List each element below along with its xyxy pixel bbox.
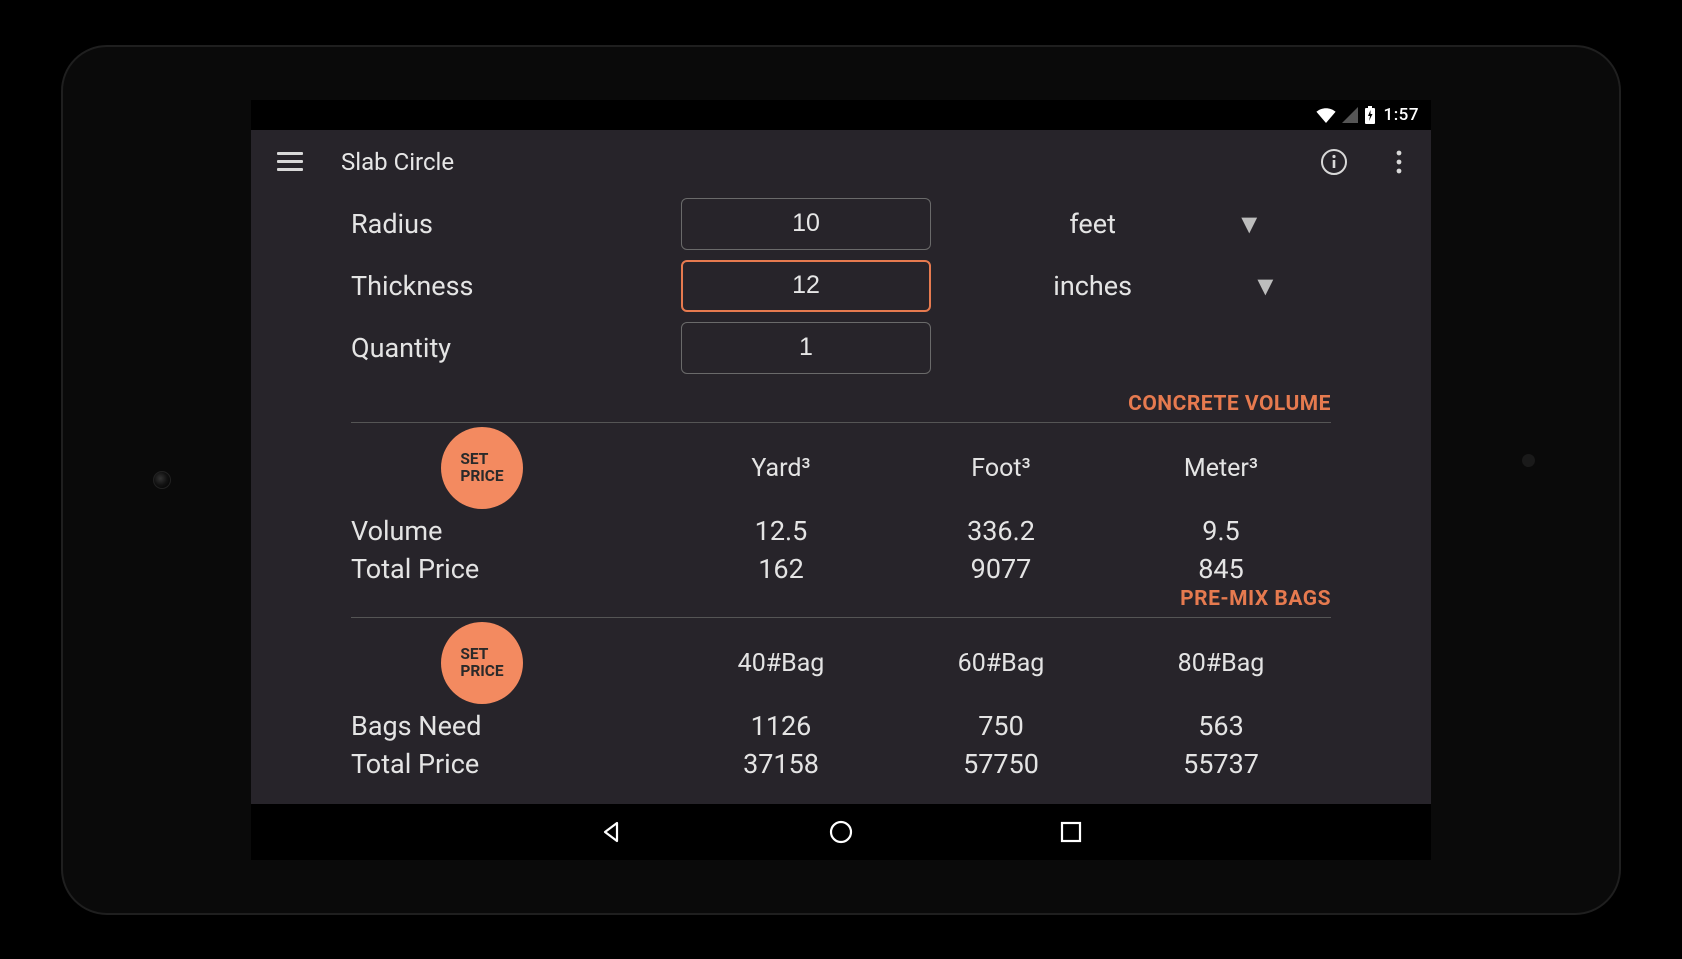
hamburger-menu-icon[interactable] [269,141,311,183]
volume-total-meter: 845 [1111,553,1331,585]
volume-total-yard: 162 [671,553,891,585]
bags-grid: SET PRICE 40#Bag 60#Bag 80#Bag Bags Need… [351,624,1331,780]
info-icon[interactable] [1313,141,1355,183]
thickness-label: Thickness [351,270,681,302]
wifi-icon [1316,107,1336,123]
chevron-down-icon: ▼ [1236,208,1263,240]
bags-total-60: 57750 [891,748,1111,780]
thickness-row: Thickness inches ▼ [351,260,1331,312]
quantity-label: Quantity [351,332,681,364]
bags-total-40: 37158 [671,748,891,780]
thickness-unit-select[interactable]: inches ▼ [931,270,1331,302]
bags-need-40: 1126 [671,710,891,742]
android-nav-bar [251,804,1431,860]
volume-head-yard: Yard³ [671,454,891,483]
tablet-sensor [1522,454,1535,467]
tablet-frame: 1:57 Slab Circle Radius f [61,45,1621,915]
volume-row-label: Volume [351,515,671,547]
content: Radius feet ▼ Thickness inches ▼ [251,194,1431,804]
bags-head-40: 40#Bag [671,649,891,678]
battery-charging-icon [1364,106,1376,124]
chevron-down-icon: ▼ [1252,270,1279,302]
tablet-camera [153,471,171,489]
premix-bags-title: PRE-MIX BAGS [351,587,1331,611]
recents-button[interactable] [1051,812,1091,852]
bags-need-80: 563 [1111,710,1331,742]
status-bar: 1:57 [251,100,1431,130]
volume-yard: 12.5 [671,515,891,547]
home-button[interactable] [821,812,861,852]
app-bar: Slab Circle [251,130,1431,194]
page-title: Slab Circle [341,148,454,176]
bags-total-label: Total Price [351,748,671,780]
radius-unit-select[interactable]: feet ▼ [931,208,1331,240]
radius-input[interactable] [681,198,931,250]
quantity-input[interactable] [681,322,931,374]
volume-head-meter: Meter³ [1111,454,1331,483]
bags-head-60: 60#Bag [891,649,1111,678]
divider [351,617,1331,618]
back-button[interactable] [591,812,631,852]
status-clock: 1:57 [1384,105,1419,125]
radius-unit-value: feet [1069,208,1116,240]
radius-row: Radius feet ▼ [351,198,1331,250]
concrete-volume-title: CONCRETE VOLUME [351,392,1331,416]
overflow-menu-icon[interactable] [1385,141,1413,183]
bags-need-60: 750 [891,710,1111,742]
input-form: Radius feet ▼ Thickness inches ▼ [351,198,1331,374]
volume-head-foot: Foot³ [891,454,1111,483]
volume-grid: SET PRICE Yard³ Foot³ Meter³ Volume 12.5… [351,429,1331,585]
quantity-row: Quantity [351,322,1331,374]
thickness-input[interactable] [681,260,931,312]
bags-total-80: 55737 [1111,748,1331,780]
cell-signal-icon [1342,107,1358,123]
divider [351,422,1331,423]
volume-total-foot: 9077 [891,553,1111,585]
volume-meter: 9.5 [1111,515,1331,547]
volume-foot: 336.2 [891,515,1111,547]
radius-label: Radius [351,208,681,240]
screen: 1:57 Slab Circle Radius f [251,100,1431,860]
set-price-bags-button[interactable]: SET PRICE [441,622,523,704]
bags-need-label: Bags Need [351,710,671,742]
bags-head-80: 80#Bag [1111,649,1331,678]
thickness-unit-value: inches [1053,270,1132,302]
volume-total-label: Total Price [351,553,671,585]
set-price-volume-button[interactable]: SET PRICE [441,427,523,509]
